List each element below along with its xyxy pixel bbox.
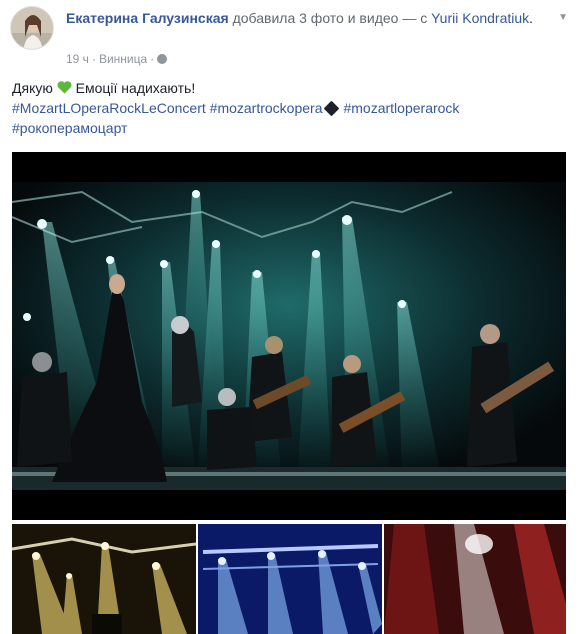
thumbnail-photo-2[interactable]	[198, 524, 382, 634]
hashtag-link[interactable]: #рокоперамоцарт	[12, 120, 127, 136]
stage-lights-blue-image	[198, 524, 382, 634]
stage-lights-yellow-image	[12, 524, 196, 634]
hashtag-link[interactable]: #mozartloperarock	[343, 100, 459, 116]
photo-thumbnails	[12, 524, 566, 634]
author-avatar[interactable]	[10, 6, 54, 50]
separator-dot: ·	[91, 52, 96, 66]
green-heart-icon	[57, 80, 76, 96]
post-subline: 19 ч · Винница ·	[66, 52, 168, 66]
concert-stage-image	[12, 182, 566, 490]
thumbnail-photo-1[interactable]	[12, 524, 196, 634]
post-header: Екатерина Галузинская добавила 3 фото и …	[10, 6, 570, 66]
avatar-photo-icon	[11, 7, 53, 49]
unknown-glyph-icon	[324, 100, 340, 117]
globe-icon[interactable]	[157, 54, 168, 64]
chevron-down-icon[interactable]: ▼	[558, 12, 568, 23]
post-action-text: добавила 3 фото и видео — с	[232, 10, 428, 26]
post-meta: Екатерина Галузинская добавила 3 фото и …	[66, 8, 566, 28]
tagged-user-link[interactable]: Yurii Kondratiuk	[431, 10, 529, 26]
stage-lights-red-image	[384, 524, 566, 634]
thumbnail-photo-3[interactable]	[384, 524, 566, 634]
tagged-end-text: .	[529, 10, 534, 26]
hashtag-link[interactable]: #mozartrockopera	[210, 100, 323, 116]
post-text-line: Дякую	[12, 80, 53, 96]
post-text-after-heart: Емоції надихають!	[75, 80, 196, 96]
concert-video[interactable]	[12, 152, 566, 520]
hashtag-link[interactable]: #MozartLOperaRockLeConcert	[12, 100, 206, 116]
separator-dot-2: ·	[150, 52, 155, 66]
author-name-link[interactable]: Екатерина Галузинская	[66, 10, 229, 26]
post-text: Дякую Емоції надихають! #MozartLOperaRoc…	[12, 78, 568, 138]
post-timestamp[interactable]: 19 ч	[66, 52, 89, 66]
post-location[interactable]: Винница	[99, 52, 147, 66]
